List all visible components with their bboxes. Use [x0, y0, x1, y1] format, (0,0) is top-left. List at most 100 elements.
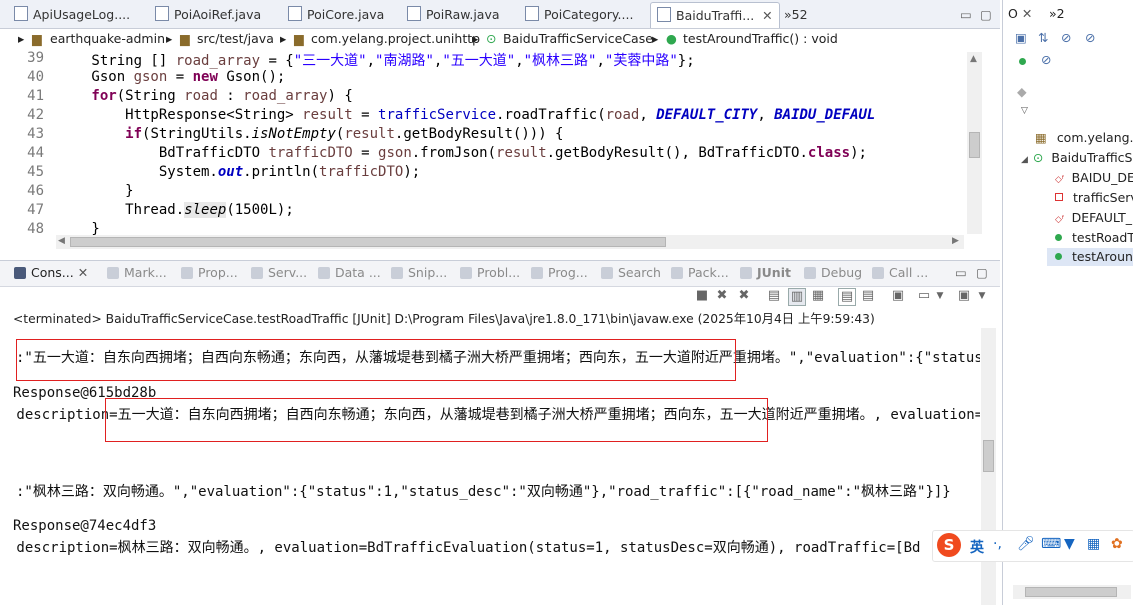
editor-tab[interactable]: PoiCategory....	[525, 2, 633, 27]
view-menu-icon[interactable]: ▽	[1021, 106, 1028, 116]
skin-icon[interactable]: ▼	[1064, 536, 1075, 552]
show-stdout-icon[interactable]: ▤	[838, 288, 856, 306]
breadcrumb-package[interactable]: com.yelang.project.unihttp	[311, 28, 480, 50]
tab-console[interactable]: Cons... ✕	[14, 265, 88, 280]
code-line: for(String road : road_array) {	[24, 88, 353, 104]
settings-icon[interactable]: ✿	[1111, 536, 1123, 552]
call-hierarchy-icon	[872, 267, 884, 279]
hide-fields-icon[interactable]: ⊘	[1061, 30, 1071, 45]
minimize-icon[interactable]: ▭	[955, 265, 967, 280]
chevron-right-icon: ▸	[166, 31, 173, 46]
toolbox-icon[interactable]: ▦	[1087, 536, 1100, 552]
highlight-box	[105, 398, 768, 442]
junit-icon	[740, 267, 752, 279]
private-field-icon	[1055, 193, 1063, 201]
outline-item-method[interactable]: testRoadT	[1055, 230, 1133, 245]
hide-local-types-icon[interactable]: ⊘	[1041, 52, 1051, 67]
editor-tab[interactable]: PoiAoiRef.java	[155, 2, 261, 27]
tab-label: PoiCategory....	[544, 7, 634, 22]
editor-vertical-scrollbar[interactable]: ▲	[967, 52, 982, 234]
collapse-all-icon[interactable]: ▣	[1015, 30, 1027, 45]
scroll-up-icon[interactable]: ▲	[970, 54, 977, 64]
outline-tab[interactable]: O ✕	[1008, 6, 1032, 21]
word-wrap-icon[interactable]: ▦	[810, 288, 826, 304]
folder-icon: ▆	[180, 31, 190, 46]
tab-call-hierarchy[interactable]: Call ...	[872, 265, 928, 280]
tab-problems[interactable]: Probl...	[460, 265, 520, 280]
maximize-icon[interactable]: ▢	[976, 265, 988, 280]
open-console-icon[interactable]: ▣	[956, 288, 972, 304]
outline-item-class[interactable]: ◢ ⊙ BaiduTrafficS	[1021, 150, 1132, 165]
tab-debug[interactable]: Debug	[804, 265, 862, 280]
java-file-icon	[657, 7, 671, 22]
scroll-right-icon[interactable]: ▶	[952, 236, 959, 246]
terminate-icon[interactable]: ■	[694, 288, 710, 304]
tab-junit[interactable]: JUnit	[740, 265, 791, 280]
minimize-icon[interactable]: ▭	[960, 2, 972, 27]
maximize-icon[interactable]: ▢	[980, 2, 992, 27]
more-tabs-button[interactable]: »52	[784, 2, 808, 27]
outline-item-field[interactable]: trafficServ	[1055, 190, 1133, 205]
breadcrumb-class[interactable]: BaiduTrafficServiceCase	[503, 28, 653, 50]
scrollbar-thumb[interactable]	[969, 132, 980, 158]
public-method-icon	[1055, 253, 1062, 260]
outline-horizontal-scrollbar[interactable]	[1013, 585, 1131, 599]
scrollbar-thumb[interactable]	[70, 237, 666, 247]
tab-data[interactable]: Data ...	[318, 265, 381, 280]
breadcrumb: ▸ ▆ earthquake-admin ▸ ▆ src/test/java ▸…	[0, 28, 1000, 50]
pin-console-icon[interactable]: ▣	[890, 288, 906, 304]
outline-item-field[interactable]: ◇ᶠ DEFAULT_	[1055, 210, 1132, 225]
tab-package[interactable]: Pack...	[671, 265, 729, 280]
breadcrumb-folder[interactable]: src/test/java	[197, 28, 274, 50]
link-editor-icon[interactable]: ◆	[1017, 84, 1027, 99]
package-icon: ▆	[294, 31, 304, 46]
tab-progress[interactable]: Prog...	[531, 265, 588, 280]
scrollbar-thumb[interactable]	[983, 440, 994, 472]
chevron-down-icon[interactable]: ▼	[932, 288, 948, 304]
editor-tab-active[interactable]: BaiduTraffi... ✕	[650, 2, 780, 28]
editor-tab[interactable]: PoiCore.java	[288, 2, 384, 27]
remove-all-icon[interactable]: ✖	[736, 288, 752, 304]
close-icon[interactable]: ✕	[762, 8, 772, 23]
console-vertical-scrollbar[interactable]	[981, 328, 996, 605]
chevron-down-icon[interactable]: ▼	[974, 288, 990, 304]
tab-search[interactable]: Search	[601, 265, 661, 280]
class-icon: ⊙	[1032, 150, 1044, 165]
java-file-icon	[155, 6, 169, 21]
tab-markers[interactable]: Mark...	[107, 265, 167, 280]
tab-properties[interactable]: Prop...	[181, 265, 238, 280]
sogou-logo[interactable]: S	[937, 533, 961, 557]
breadcrumb-project[interactable]: earthquake-admin	[50, 28, 165, 50]
clear-console-icon[interactable]: ▤	[766, 288, 782, 304]
outline-item-package[interactable]: ▦com.yelang.p	[1035, 130, 1133, 145]
tab-servers[interactable]: Serv...	[251, 265, 307, 280]
editor-tab[interactable]: PoiRaw.java	[407, 2, 500, 27]
chevron-right-icon: ▸	[18, 31, 25, 46]
microphone-icon[interactable]: 🎤︎	[1017, 536, 1035, 552]
ime-language-toggle[interactable]: 英	[970, 537, 984, 557]
scroll-lock-icon[interactable]: ▥	[788, 288, 806, 306]
hide-static-icon[interactable]: ⊘	[1085, 30, 1095, 45]
code-editor[interactable]: 39 40 41 42 43 44 45 46 47 48 String [] …	[10, 50, 998, 235]
outline-item-method-selected[interactable]: testAroun	[1047, 248, 1133, 266]
hide-nonpublic-icon[interactable]	[1019, 54, 1036, 69]
more-views-button[interactable]: »2	[1049, 6, 1065, 21]
chevron-right-icon: ▸	[280, 31, 287, 46]
keyboard-icon[interactable]: ⌨	[1041, 536, 1061, 552]
scrollbar-thumb[interactable]	[1025, 587, 1117, 597]
punctuation-icon[interactable]: ·,	[993, 536, 1002, 552]
show-stderr-icon[interactable]: ▤	[860, 288, 876, 304]
code-line: }	[24, 183, 134, 199]
breadcrumb-method[interactable]: testAroundTraffic() : void	[683, 28, 838, 50]
tab-snippets[interactable]: Snip...	[391, 265, 447, 280]
debug-icon	[804, 267, 816, 279]
outline-item-field[interactable]: ◇ᶠ BAIDU_DE	[1055, 170, 1133, 185]
editor-horizontal-scrollbar[interactable]: ◀ ▶	[56, 235, 964, 249]
scroll-left-icon[interactable]: ◀	[58, 236, 65, 246]
display-console-icon[interactable]: ▭	[916, 288, 932, 304]
editor-tab[interactable]: ApiUsageLog....	[14, 2, 130, 27]
console-icon	[14, 267, 26, 279]
sort-icon[interactable]: ⇅	[1038, 30, 1048, 45]
code-line: }	[24, 221, 100, 235]
remove-launch-icon[interactable]: ✖	[714, 288, 730, 304]
